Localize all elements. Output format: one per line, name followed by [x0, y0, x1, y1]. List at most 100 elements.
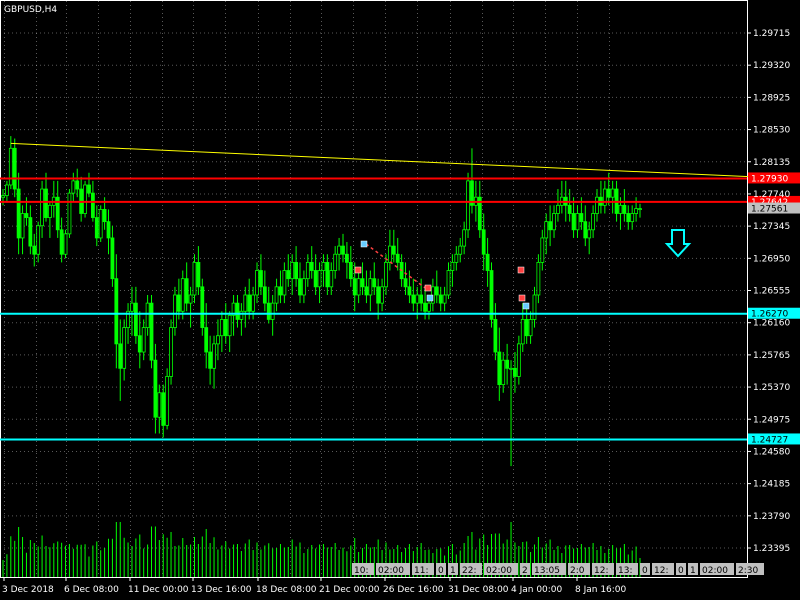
y-tick-label: 1.24580 [753, 447, 790, 457]
candle-body [40, 188, 44, 227]
candle-body [403, 278, 408, 288]
candle-body [567, 204, 572, 214]
trade-marker[interactable] [424, 284, 432, 292]
candle-body [481, 229, 486, 255]
x-tick-label: 6 Dec 08:00 [64, 585, 119, 595]
candle-body [94, 217, 99, 239]
candle-body [251, 294, 256, 312]
trade-time-label: 13: [618, 566, 632, 576]
candle-body [302, 278, 306, 296]
trade-time-label: 02:00 [378, 566, 404, 576]
candle-body [192, 261, 197, 296]
candle-body [575, 213, 580, 231]
candle-body [270, 302, 275, 320]
candle-body [466, 180, 470, 231]
candle-body [44, 188, 48, 218]
candle-body [606, 188, 611, 198]
candle-body [83, 184, 87, 214]
trade-marker[interactable] [354, 266, 362, 274]
candle-body [630, 213, 635, 223]
candle-body [419, 294, 424, 304]
candle-body [188, 294, 193, 304]
x-tick-label: 31 Dec 08:00 [448, 585, 509, 595]
candle-body [450, 261, 455, 271]
trade-time-label: 2 [522, 566, 528, 576]
candle-body [395, 253, 400, 263]
candle-body [345, 253, 349, 263]
trade-marker[interactable] [426, 294, 434, 302]
trade-time-label: 12: [654, 566, 668, 576]
price-line-label: 1.24727 [751, 435, 788, 445]
trade-time-label: 02:00 [702, 566, 728, 576]
candle-body [536, 261, 541, 296]
candle-body [153, 359, 158, 418]
x-tick-label: 21 Dec 00:00 [319, 585, 380, 595]
candle-body [411, 294, 416, 304]
candle-body [591, 213, 596, 231]
candle-body [528, 319, 533, 337]
candle-body [102, 209, 107, 223]
candle-body [532, 294, 537, 320]
trade-time-label: 12: [594, 566, 608, 576]
y-tick-label: 1.27345 [753, 222, 790, 232]
candle-body [438, 294, 443, 304]
time-axis: 3 Dec 2018 6 Dec 08:00 11 Dec 00:00 13 Dec … [2, 577, 627, 595]
x-tick-label: 26 Dec 16:00 [383, 585, 444, 595]
trade-time-label: 11: [414, 566, 428, 576]
candle-body [298, 278, 302, 296]
trade-marker[interactable] [518, 294, 526, 302]
candle-body [12, 147, 17, 190]
candle-body [196, 261, 201, 288]
candle-body [47, 204, 52, 218]
candle-body [610, 188, 615, 198]
candle-body [200, 286, 205, 328]
candle-body [20, 213, 25, 239]
candle-body [71, 180, 76, 194]
candle-body [638, 208, 642, 211]
trade-time-labels: 10: 02:00 11: 0 1 22: 02:00 2 13:05 2:0 12: 13: 0 12:… [352, 563, 764, 576]
candle-body [434, 286, 439, 296]
candle-body [485, 253, 490, 271]
y-tick-label: 1.28925 [753, 93, 790, 103]
candle-body [583, 221, 588, 239]
candle-body [208, 351, 213, 369]
candle-body [380, 286, 384, 304]
candle-body [352, 278, 357, 296]
candle-body [216, 335, 220, 345]
candle-body [294, 261, 298, 280]
candle-body [67, 192, 72, 235]
candle-body [309, 261, 314, 271]
price-chart[interactable]: 1.279301.276421.275611.262701.24727 1.29… [0, 0, 800, 600]
candle-body [368, 278, 373, 296]
trade-marker[interactable] [517, 266, 525, 274]
y-tick-label: 1.29715 [753, 29, 790, 39]
chart-title: GBPUSD,H4 [4, 5, 57, 15]
candle-body [423, 302, 427, 312]
candle-body [372, 278, 377, 288]
candle-body [360, 278, 365, 288]
candle-body [141, 327, 146, 353]
trade-marker[interactable] [522, 302, 530, 310]
candle-body [634, 208, 638, 214]
candle-body [556, 204, 560, 214]
candle-body [157, 392, 162, 418]
candle-body [184, 278, 189, 304]
candle-body [262, 286, 267, 304]
candle-body [169, 327, 173, 377]
candle-body [516, 343, 521, 377]
candle-body [137, 335, 142, 353]
candle-body [278, 286, 283, 296]
candle-body [587, 229, 592, 239]
candle-body [462, 229, 467, 247]
trade-marker[interactable] [360, 240, 368, 248]
candle-body [247, 294, 252, 312]
candle-body [415, 294, 420, 304]
candle-body [427, 302, 431, 312]
candle-body [59, 229, 64, 255]
candle-body [333, 253, 338, 271]
y-tick-label: 1.28135 [753, 158, 790, 168]
candle-body [130, 302, 134, 312]
y-tick-label: 1.24975 [753, 415, 790, 425]
candle-body [110, 237, 115, 280]
candle-body [122, 327, 127, 369]
